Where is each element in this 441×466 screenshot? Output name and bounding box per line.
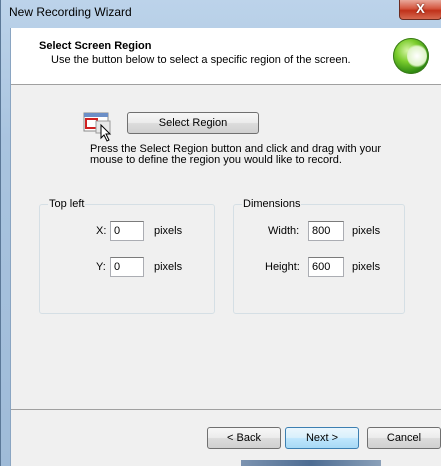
close-button[interactable]: X <box>399 0 441 20</box>
y-unit-label: pixels <box>154 261 183 273</box>
title-bar[interactable]: New Recording Wizard X <box>1 0 441 28</box>
page-title: Select Screen Region <box>39 40 152 52</box>
height-input[interactable] <box>308 257 344 277</box>
dialog-body: Select Screen Region Use the button belo… <box>10 28 441 466</box>
close-icon: X <box>416 1 425 16</box>
top-left-group: Top left X: pixels Y: pixels <box>39 198 215 314</box>
cancel-button[interactable]: Cancel <box>367 427 441 449</box>
top-left-group-label: Top left <box>48 198 86 210</box>
instructions-text: Press the Select Region button and click… <box>90 144 390 166</box>
wizard-window: New Recording Wizard X Select Screen Reg… <box>0 0 441 466</box>
taskbar-edge <box>241 460 381 466</box>
next-button[interactable]: Next > <box>285 427 359 449</box>
instructions-line-2: mouse to define the region you would lik… <box>90 154 342 166</box>
region-select-icon <box>83 112 112 142</box>
wizard-header: Select Screen Region Use the button belo… <box>11 28 441 85</box>
x-label: X: <box>96 225 107 237</box>
select-region-button[interactable]: Select Region <box>127 112 259 134</box>
x-input[interactable] <box>110 221 144 241</box>
window-title: New Recording Wizard <box>9 5 132 19</box>
y-input[interactable] <box>110 257 144 277</box>
page-subtitle: Use the button below to select a specifi… <box>51 54 351 66</box>
y-label: Y: <box>96 261 106 273</box>
x-unit-label: pixels <box>154 225 183 237</box>
width-input[interactable] <box>308 221 344 241</box>
dimensions-group: Dimensions Width: pixels Height: pixels <box>233 198 405 314</box>
width-unit-label: pixels <box>352 225 381 237</box>
back-button[interactable]: < Back <box>207 427 281 449</box>
height-unit-label: pixels <box>352 261 381 273</box>
camtasia-logo-icon <box>393 38 429 74</box>
dimensions-group-label: Dimensions <box>242 198 302 210</box>
width-label: Width: <box>268 225 300 237</box>
footer-divider <box>11 409 441 410</box>
height-label: Height: <box>265 261 300 273</box>
